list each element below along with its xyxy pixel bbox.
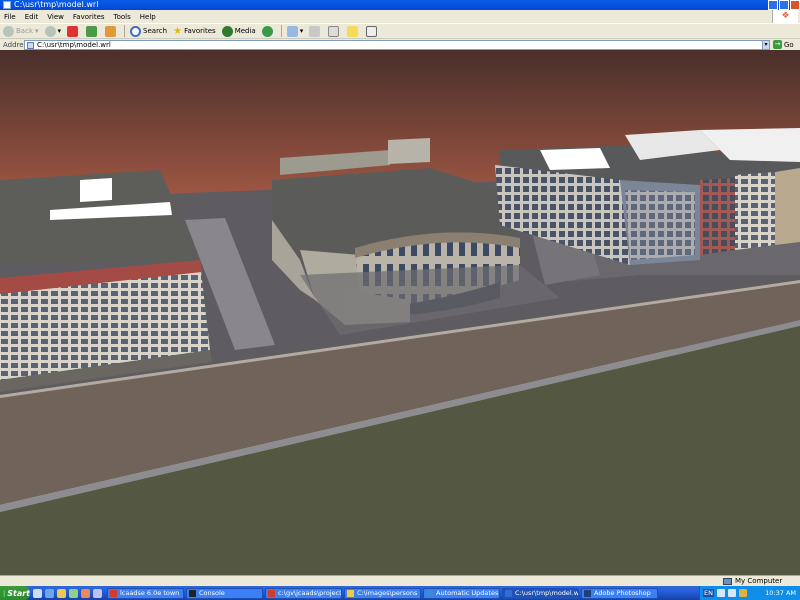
favorites-button[interactable]: ★ Favorites	[173, 25, 216, 38]
taskbar-item-persons[interactable]: C:\images\persons	[344, 587, 421, 599]
taskbar-item-model-wrl[interactable]: C:\usr\tmp\model.wrl	[502, 587, 579, 599]
discuss-button[interactable]	[347, 25, 360, 38]
print-button[interactable]	[309, 25, 322, 38]
ie-quicklaunch-icon[interactable]	[45, 588, 54, 598]
right-block-facade-blue-windows	[625, 190, 695, 260]
discuss-icon	[347, 25, 359, 37]
windows-logo-icon: ❖	[772, 10, 798, 23]
back-button[interactable]: Back ▾	[3, 25, 39, 38]
right-block-facade-end	[775, 168, 800, 245]
go-button[interactable]: → Go	[773, 40, 794, 49]
menu-file[interactable]: File	[4, 13, 16, 21]
taskbar-item-automatic-updates[interactable]: Automatic Updates	[423, 587, 500, 599]
media-quicklaunch-icon[interactable]	[69, 588, 78, 598]
windows-flag-icon	[3, 589, 6, 597]
home-button[interactable]	[105, 25, 118, 38]
system-tray: EN 10:37 AM	[699, 586, 800, 600]
security-shield-icon[interactable]	[738, 589, 747, 597]
toolbar-separator	[280, 25, 282, 37]
quick-launch	[33, 588, 105, 598]
media-icon	[221, 25, 233, 37]
taskbar-item-icaadse[interactable]: lcaadse 6.0e town	[107, 587, 184, 599]
home-icon	[105, 25, 117, 37]
maximize-button[interactable]	[779, 0, 789, 10]
history-button[interactable]	[261, 25, 275, 38]
edit-button[interactable]	[328, 25, 341, 38]
language-indicator[interactable]: EN	[703, 589, 714, 597]
address-bar: Address ▾ → Go	[0, 38, 800, 50]
standard-toolbar: Back ▾ ▾ Search ★ Favorites Media ▾	[0, 23, 800, 38]
mail-button[interactable]: ▾	[286, 25, 304, 38]
address-label: Address	[3, 40, 31, 49]
menu-bar: File Edit View Favorites Tools Help	[0, 10, 800, 23]
computer-icon	[723, 577, 732, 585]
window-title: C:\usr\tmp\model.wrl	[14, 0, 99, 9]
address-dropdown-button[interactable]: ▾	[762, 40, 770, 50]
minimize-button[interactable]	[768, 0, 778, 10]
show-desktop-icon[interactable]	[33, 588, 42, 598]
forward-button[interactable]: ▾	[44, 25, 62, 38]
menu-edit[interactable]: Edit	[25, 13, 39, 21]
right-block-facade-white	[735, 172, 775, 250]
menu-help[interactable]: Help	[140, 13, 156, 21]
chevron-down-icon: ▾	[57, 27, 62, 35]
forward-arrow-icon	[44, 25, 56, 37]
ie-window-icon	[3, 1, 11, 9]
chevron-down-icon: ▾	[299, 27, 304, 35]
network-icon[interactable]	[716, 589, 725, 597]
vrml-scene-viewport[interactable]	[0, 50, 800, 575]
window-title-bar: C:\usr\tmp\model.wrl	[0, 0, 800, 10]
address-field[interactable]	[24, 40, 770, 50]
ie-icon	[505, 589, 512, 597]
page-icon	[27, 41, 34, 49]
menu-view[interactable]: View	[47, 13, 64, 21]
stop-button[interactable]	[67, 25, 80, 38]
menu-tools[interactable]: Tools	[114, 13, 131, 21]
address-input[interactable]	[37, 41, 737, 49]
search-button[interactable]: Search	[130, 25, 167, 38]
go-arrow-icon: →	[773, 40, 782, 49]
icaadse-icon	[110, 589, 117, 597]
left-building-roof-block	[80, 178, 112, 202]
acrobat-icon	[268, 589, 275, 597]
window-controls	[768, 0, 800, 10]
refresh-icon	[86, 25, 98, 37]
taskbar-item-projects[interactable]: c:\gv\jcaads\projects\K...	[265, 587, 342, 599]
history-icon	[261, 25, 273, 37]
toolbar-separator	[124, 25, 126, 37]
search-icon	[130, 25, 142, 37]
theater-stage-tower-top	[388, 138, 430, 164]
edit-icon	[328, 25, 340, 37]
security-zone: My Computer	[723, 577, 782, 585]
console-icon	[189, 589, 196, 597]
messenger-icon	[366, 25, 378, 37]
right-block-roof-white-1	[540, 148, 610, 170]
mail-icon	[286, 25, 298, 37]
print-icon	[309, 25, 321, 37]
messenger-button[interactable]	[366, 25, 379, 38]
city-model-scene[interactable]	[0, 50, 800, 575]
start-button[interactable]: Start	[0, 586, 30, 600]
media-button[interactable]: Media	[221, 25, 256, 38]
menu-favorites[interactable]: Favorites	[73, 13, 105, 21]
app-quicklaunch-icon[interactable]	[81, 588, 90, 598]
right-block-facade-red	[700, 178, 735, 255]
app-quicklaunch-icon[interactable]	[93, 588, 102, 598]
refresh-button[interactable]	[86, 25, 99, 38]
taskbar-item-console[interactable]: Console	[186, 587, 263, 599]
explorer-quicklaunch-icon[interactable]	[57, 588, 66, 598]
back-arrow-icon	[3, 25, 14, 37]
folder-icon	[347, 589, 354, 597]
volume-icon[interactable]	[727, 589, 736, 597]
stop-icon	[67, 25, 79, 37]
chevron-down-icon: ▾	[35, 27, 39, 35]
taskbar: Start lcaadse 6.0e town Console c:\gv\jc…	[0, 586, 800, 600]
clock[interactable]: 10:37 AM	[765, 589, 796, 597]
status-bar: My Computer	[0, 575, 800, 586]
updates-icon	[426, 589, 433, 597]
close-button[interactable]	[790, 0, 800, 10]
taskbar-item-photoshop[interactable]: Adobe Photoshop	[581, 587, 658, 599]
photoshop-icon	[584, 589, 591, 597]
star-icon: ★	[173, 25, 183, 37]
